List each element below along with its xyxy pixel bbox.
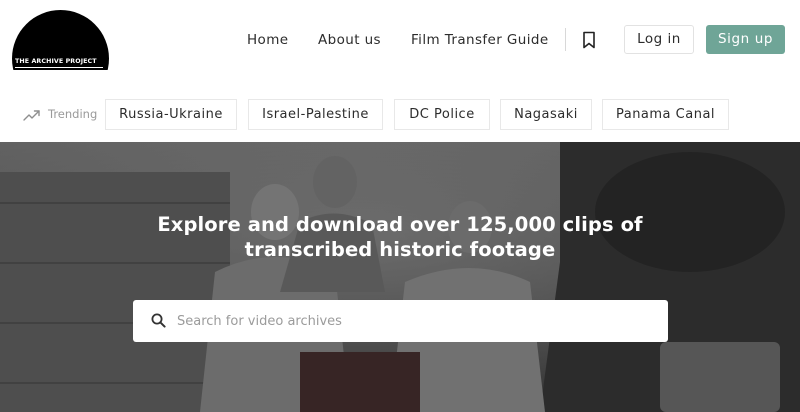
trending-chip[interactable]: Nagasaki bbox=[500, 99, 592, 130]
hero-overlay bbox=[0, 142, 800, 412]
trending-chip[interactable]: DC Police bbox=[394, 99, 490, 130]
trending-chip[interactable]: Panama Canal bbox=[602, 99, 729, 130]
nav-film-transfer-guide-link[interactable]: Film Transfer Guide bbox=[411, 30, 549, 50]
trending-chip[interactable]: Israel-Palestine bbox=[248, 99, 383, 130]
logo-underline bbox=[15, 67, 103, 68]
login-button[interactable]: Log in bbox=[624, 25, 694, 54]
search-bar[interactable] bbox=[133, 300, 668, 342]
bookmark-icon[interactable] bbox=[580, 30, 598, 50]
trending-label: Trending bbox=[48, 107, 98, 121]
nav-divider bbox=[565, 28, 566, 51]
trending-up-icon bbox=[23, 108, 41, 122]
signup-button[interactable]: Sign up bbox=[706, 25, 785, 54]
site-logo[interactable]: THE ARCHIVE PROJECT bbox=[12, 10, 109, 70]
hero-section: Explore and download over 125,000 clips … bbox=[0, 142, 800, 412]
hero-title: Explore and download over 125,000 clips … bbox=[157, 213, 643, 261]
logo-text: THE ARCHIVE PROJECT bbox=[15, 58, 97, 65]
nav-home-link[interactable]: Home bbox=[247, 30, 288, 50]
nav-about-link[interactable]: About us bbox=[318, 30, 381, 50]
site-header: THE ARCHIVE PROJECT Home About us Film T… bbox=[0, 0, 800, 80]
trending-chip[interactable]: Russia-Ukraine bbox=[105, 99, 237, 130]
search-input[interactable] bbox=[177, 300, 657, 342]
search-icon[interactable] bbox=[151, 313, 166, 328]
